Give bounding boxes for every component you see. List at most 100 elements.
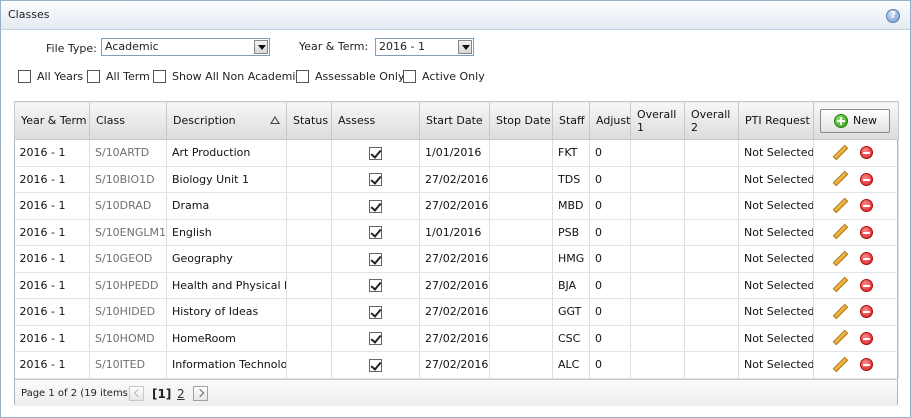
col-overall-2[interactable]: Overall 2 xyxy=(684,101,739,140)
table-row[interactable]: 2016 - 1 S/10BIO1D Biology Unit 1 27/02/201… xyxy=(14,166,899,193)
cell-overall-2 xyxy=(684,351,739,379)
cell-adjust: 0 xyxy=(589,351,631,379)
cell-actions xyxy=(813,272,899,299)
cell-year-term: 2016 - 1 xyxy=(14,139,90,167)
file-type-label: File Type: xyxy=(46,42,97,55)
page-link-2[interactable]: 2 xyxy=(177,387,185,401)
col-description[interactable]: Description xyxy=(166,101,287,140)
panel-header: Classes ? xyxy=(1,1,910,30)
col-adjust[interactable]: Adjust xyxy=(589,101,631,140)
assess-checkbox[interactable] xyxy=(369,305,382,319)
table-row[interactable]: 2016 - 1 S/10GEOD Geography 27/02/2016 HMG 0 N… xyxy=(14,245,899,273)
cell-overall-2 xyxy=(684,139,739,167)
cell-status xyxy=(286,219,332,246)
edit-icon[interactable] xyxy=(832,144,849,161)
checkbox-box[interactable] xyxy=(296,70,309,83)
col-overall-1[interactable]: Overall 1 xyxy=(630,101,685,140)
col-stop-date[interactable]: Stop Date xyxy=(489,101,553,140)
table-row[interactable]: 2016 - 1 S/10DRAD Drama 27/02/2016 MBD 0 Not S… xyxy=(14,192,899,220)
cell-overall-1 xyxy=(630,139,685,167)
edit-icon[interactable] xyxy=(832,250,849,267)
chevron-down-icon[interactable] xyxy=(458,40,472,54)
delete-icon[interactable] xyxy=(860,252,873,266)
edit-icon[interactable] xyxy=(832,170,849,187)
delete-icon[interactable] xyxy=(860,172,873,186)
next-page-button[interactable] xyxy=(193,386,208,401)
cell-class: S/10BIO1D xyxy=(89,166,167,193)
assess-checkbox[interactable] xyxy=(369,332,382,345)
sort-ascending-icon xyxy=(270,116,280,124)
prev-page-button[interactable] xyxy=(129,386,144,401)
new-button[interactable]: New xyxy=(820,108,890,133)
checkbox-box[interactable] xyxy=(153,70,166,83)
edit-icon[interactable] xyxy=(832,197,849,214)
edit-icon[interactable] xyxy=(832,303,849,320)
col-actions: New xyxy=(813,101,899,140)
cell-description: Drama xyxy=(166,192,287,220)
delete-icon[interactable] xyxy=(860,225,873,239)
cell-pti-request: Not Selected xyxy=(738,166,814,193)
year-term-label: Year & Term: xyxy=(299,40,369,53)
delete-icon[interactable] xyxy=(860,278,873,292)
col-assess[interactable]: Assess xyxy=(331,101,420,140)
cell-overall-1 xyxy=(630,325,685,352)
col-pti-request[interactable]: PTI Request xyxy=(738,101,814,140)
chevron-down-icon[interactable] xyxy=(254,40,268,54)
col-staff[interactable]: Staff xyxy=(552,101,590,140)
delete-icon[interactable] xyxy=(860,199,873,213)
assess-checkbox[interactable] xyxy=(369,173,382,186)
cell-actions xyxy=(813,166,899,193)
table-row[interactable]: 2016 - 1S/10HPEDDHealth and Physical Edu… xyxy=(14,272,899,299)
checkbox-box[interactable] xyxy=(87,70,100,83)
table-row[interactable]: 2016 - 1 S/10HOMD HomeRoom 27/02/2016 CSC 0 No… xyxy=(14,325,899,352)
cell-overall-1 xyxy=(630,245,685,273)
col-status[interactable]: Status xyxy=(286,101,332,140)
checkbox-box[interactable] xyxy=(18,70,31,83)
assess-checkbox[interactable] xyxy=(369,199,382,213)
assess-checkbox[interactable] xyxy=(369,358,382,372)
table-row[interactable]: 2016 - 1S/10ITEDInformation Technology 27… xyxy=(14,351,899,379)
classes-grid: Year & Term Class Description Status Ass… xyxy=(14,101,899,406)
cell-description: Geography xyxy=(166,245,287,273)
cell-class: S/10HPEDD xyxy=(89,272,167,299)
cell-year-term: 2016 - 1 xyxy=(14,325,90,352)
edit-icon[interactable] xyxy=(832,329,849,346)
cell-assess xyxy=(331,192,420,220)
year-term-value: 2016 - 1 xyxy=(379,40,425,53)
cell-status xyxy=(286,272,332,299)
assess-checkbox[interactable] xyxy=(369,252,382,266)
header-row: Year & Term Class Description Status Ass… xyxy=(14,101,899,140)
delete-icon[interactable] xyxy=(860,146,873,160)
cell-adjust: 0 xyxy=(589,219,631,246)
delete-icon[interactable] xyxy=(860,305,873,319)
edit-icon[interactable] xyxy=(832,223,849,240)
col-start-date[interactable]: Start Date xyxy=(419,101,490,140)
cell-class: S/10DRAD xyxy=(89,192,167,220)
table-row[interactable]: 2016 - 1 S/10ENGLM1 English 1/01/2016 PSB 0 No… xyxy=(14,219,899,246)
checkbox-box[interactable] xyxy=(403,70,416,83)
checkbox-label: All Term xyxy=(106,70,150,83)
col-class[interactable]: Class xyxy=(89,101,167,140)
assess-checkbox[interactable] xyxy=(369,146,382,160)
col-year-term[interactable]: Year & Term xyxy=(14,101,90,140)
cell-stop-date xyxy=(489,298,553,326)
delete-icon[interactable] xyxy=(860,358,873,372)
table-row[interactable]: 2016 - 1 S/10ARTD Art Production 1/01/2016 F… xyxy=(14,139,899,167)
assess-checkbox[interactable] xyxy=(369,279,382,292)
assess-checkbox[interactable] xyxy=(369,226,382,239)
help-icon[interactable]: ? xyxy=(886,9,900,23)
cell-start-date: 27/02/2016 xyxy=(419,166,490,193)
edit-icon[interactable] xyxy=(832,356,849,373)
table-row[interactable]: 2016 - 1 S/10HIDED History of Ideas 27/02/2… xyxy=(14,298,899,326)
cell-assess xyxy=(331,325,420,352)
file-type-select[interactable]: Academic xyxy=(101,38,270,56)
cell-adjust: 0 xyxy=(589,139,631,167)
cell-assess xyxy=(331,166,420,193)
cell-pti-request: Not Selected xyxy=(738,139,814,167)
edit-icon[interactable] xyxy=(832,276,849,293)
cell-status xyxy=(286,245,332,273)
cell-adjust: 0 xyxy=(589,298,631,326)
year-term-select[interactable]: 2016 - 1 xyxy=(375,38,474,56)
cell-actions xyxy=(813,192,899,220)
delete-icon[interactable] xyxy=(860,331,873,345)
